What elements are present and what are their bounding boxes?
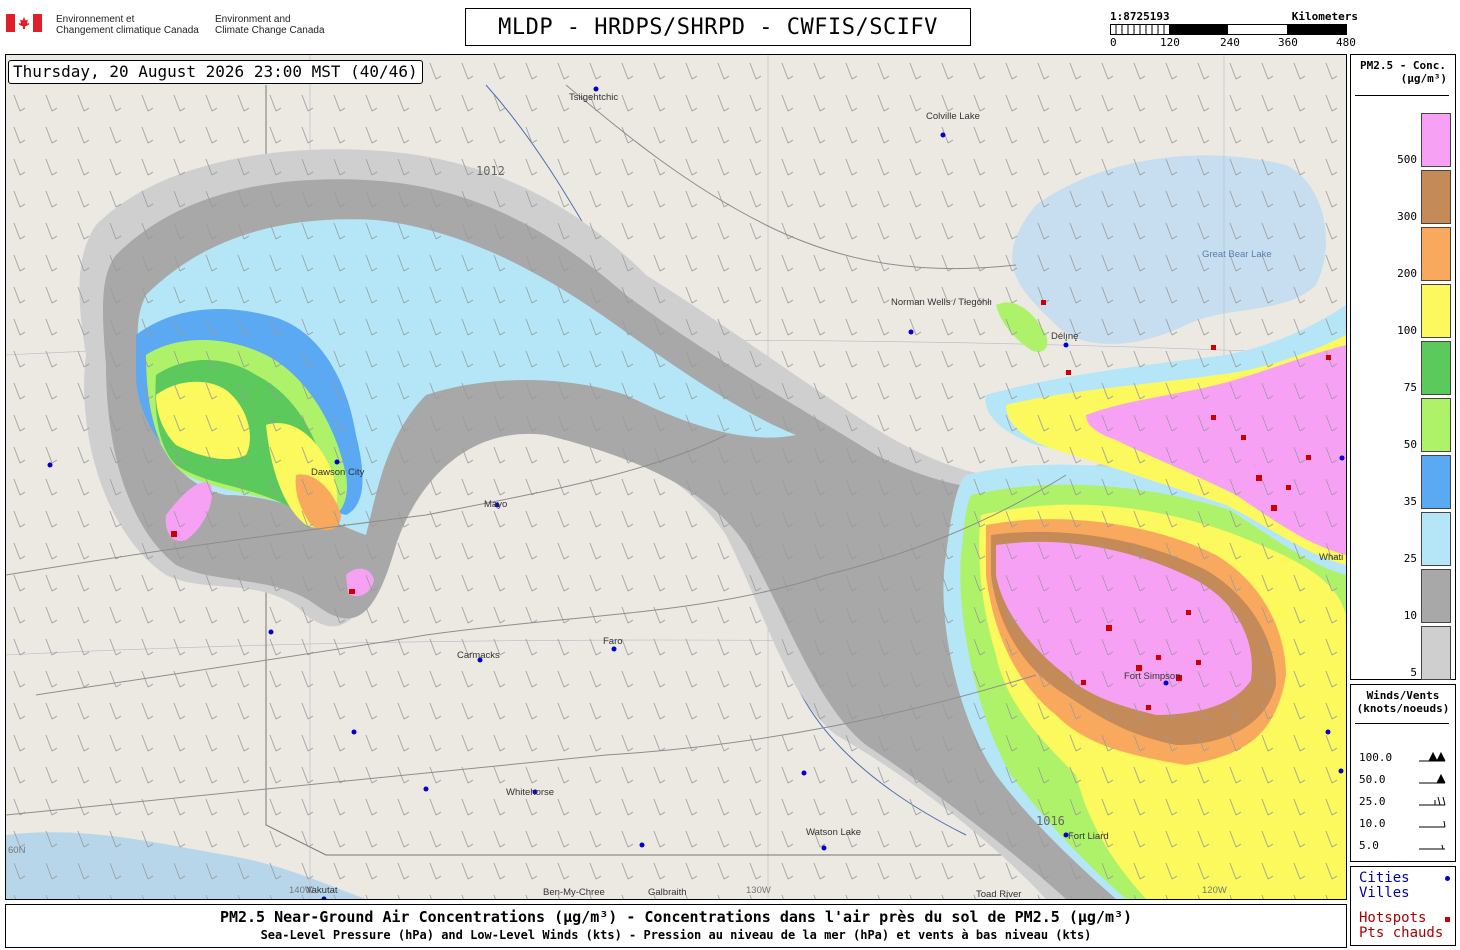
graticule-label-140w: 140W [289, 885, 314, 896]
legend-wind-divider [1355, 723, 1449, 724]
lake-label-great-bear: Great Bear Lake [1202, 249, 1272, 260]
city-label-ben-my-chree: Ben-My-Chree [543, 887, 605, 898]
legend-swatch-500 [1421, 113, 1451, 167]
legend-swatch-label: 300 [1397, 210, 1417, 223]
legend-swatch-label: 50 [1403, 438, 1417, 451]
legend-points: Cities Villes Hotspots Pts chauds [1350, 866, 1456, 946]
footer-caption: PM2.5 Near-Ground Air Concentrations (µg… [5, 904, 1347, 948]
agency-fr-line1: Environnement et [56, 14, 135, 25]
legend-conc-title: PM2.5 - Conc. [1359, 59, 1447, 72]
scale-bar: 1:8725193 Kilometers 0 120 240 360 480 [1110, 10, 1358, 50]
legend-cities-en: Cities [1359, 870, 1410, 886]
forecast-datetime: Thursday, 20 August 2026 23:00 MST (40/4… [8, 60, 423, 84]
scale-tick-2: 240 [1220, 36, 1240, 49]
wind-row-25: 25.0 [1359, 795, 1386, 808]
legend-conc-unit: (µg/m³) [1400, 72, 1447, 85]
legend-cities-fr: Villes [1359, 885, 1410, 901]
legend-swatch-label: 35 [1403, 495, 1417, 508]
city-label-colville-lake: Colville Lake [926, 111, 980, 122]
agency-en-line2: Climate Change Canada [215, 25, 325, 36]
legend-swatch-10 [1421, 569, 1451, 623]
header-bar: Environnement et Changement climatique C… [0, 0, 1460, 52]
legend-swatch-label: 25 [1403, 552, 1417, 565]
scale-tick-4: 480 [1336, 36, 1356, 49]
canada-flag-icon [6, 14, 42, 32]
wind-row-10: 10.0 [1359, 817, 1386, 830]
scale-tick-0: 0 [1110, 36, 1117, 49]
wind-row-5: 5.0 [1359, 839, 1379, 852]
legend-wind-title: Winds/Vents [1366, 689, 1440, 702]
wind-barbs [6, 55, 1346, 899]
city-label-deline: Délı̨nę [1051, 331, 1078, 342]
legend-conc-divider [1355, 95, 1449, 96]
graticule-label-130w: 130W [746, 885, 771, 896]
footer-line2: Sea-Level Pressure (hPa) and Low-Level W… [260, 928, 1092, 942]
city-label-toad-river: Toad River [976, 889, 1021, 899]
legend-concentration: PM2.5 - Conc. (µg/m³) 500 300 200 100 75 50 35… [1350, 54, 1456, 680]
city-label-whitehorse: Whitehorse [506, 787, 554, 798]
legend-wind-unit: (knots/noeuds) [1356, 702, 1450, 715]
legend-winds: Winds/Vents (knots/noeuds) 100.0 50.0 25… [1350, 684, 1456, 862]
legend-swatch-label: 200 [1397, 267, 1417, 280]
isobar-label: 1016 [1036, 814, 1065, 828]
city-label-fort-liard: Fort Liard [1068, 831, 1109, 842]
wind-row-50: 50.0 [1359, 773, 1386, 786]
city-label-carmacks: Carmacks [457, 650, 500, 661]
city-label-whati: Whati [1319, 552, 1343, 563]
map-canvas: 1012 1016 Tsiigehtchic Colville Lake Nor… [6, 55, 1346, 899]
agency-name-fr: Environnement et Changement climatique C… [56, 14, 199, 36]
agency-en-line1: Environment and [215, 14, 291, 25]
product-title: MLDP - HRDPS/SHRPD - CWFIS/SCIFV [465, 8, 971, 46]
city-dot-icon [1445, 876, 1450, 881]
city-label-fort-simpson: Fort Simpson [1124, 671, 1181, 682]
legend-swatch-25 [1421, 512, 1451, 566]
legend-swatch-5 [1421, 626, 1451, 680]
legend-swatch-300 [1421, 170, 1451, 224]
legend-swatch-50 [1421, 398, 1451, 452]
city-label-mayo: Mayo [484, 499, 507, 510]
graticule-label-60n: 60N [8, 845, 26, 856]
wind-row-100: 100.0 [1359, 751, 1393, 764]
city-label-watson-lake: Watson Lake [806, 827, 861, 838]
legend-swatch-75 [1421, 341, 1451, 395]
legend-swatch-label: 10 [1403, 609, 1417, 622]
legend-swatch-35 [1421, 455, 1451, 509]
wind-barb-symbols-icon [1419, 751, 1446, 850]
scale-bar-graphic [1110, 24, 1347, 35]
scale-ratio: 1:8725193 [1110, 10, 1170, 23]
agency-fr-line2: Changement climatique Canada [56, 25, 199, 36]
legend-hotspots-fr: Pts chauds [1359, 925, 1444, 941]
legend-swatch-200 [1421, 227, 1451, 281]
footer-line1: PM2.5 Near-Ground Air Concentrations (µg… [219, 908, 1133, 926]
scale-tick-1: 120 [1160, 36, 1180, 49]
graticule-label-120w: 120W [1202, 885, 1227, 896]
hotspot-square-icon [1445, 917, 1450, 922]
isobar-label: 1012 [476, 164, 505, 178]
legend-swatch-100 [1421, 284, 1451, 338]
legend-hotspots-en: Hotspots [1359, 910, 1427, 926]
legend-swatch-label: 500 [1397, 153, 1417, 166]
map-panel[interactable]: 1012 1016 Tsiigehtchic Colville Lake Nor… [5, 54, 1347, 900]
city-label-norman-wells: Norman Wells / Tłegóhłı [891, 297, 992, 308]
legend-swatch-label: 100 [1397, 324, 1417, 337]
city-label-tsiigehtchic: Tsiigehtchic [569, 92, 618, 103]
city-label-dawson-city: Dawson City [311, 467, 365, 478]
scale-tick-3: 360 [1278, 36, 1298, 49]
scale-unit: Kilometers [1291, 10, 1358, 23]
city-label-galbraith: Galbraith [648, 887, 687, 898]
agency-name-en: Environment and Climate Change Canada [215, 14, 325, 36]
city-label-faro: Faro [603, 636, 623, 647]
legend-swatch-label: 75 [1403, 381, 1417, 394]
legend-swatch-label: 5 [1410, 666, 1417, 679]
